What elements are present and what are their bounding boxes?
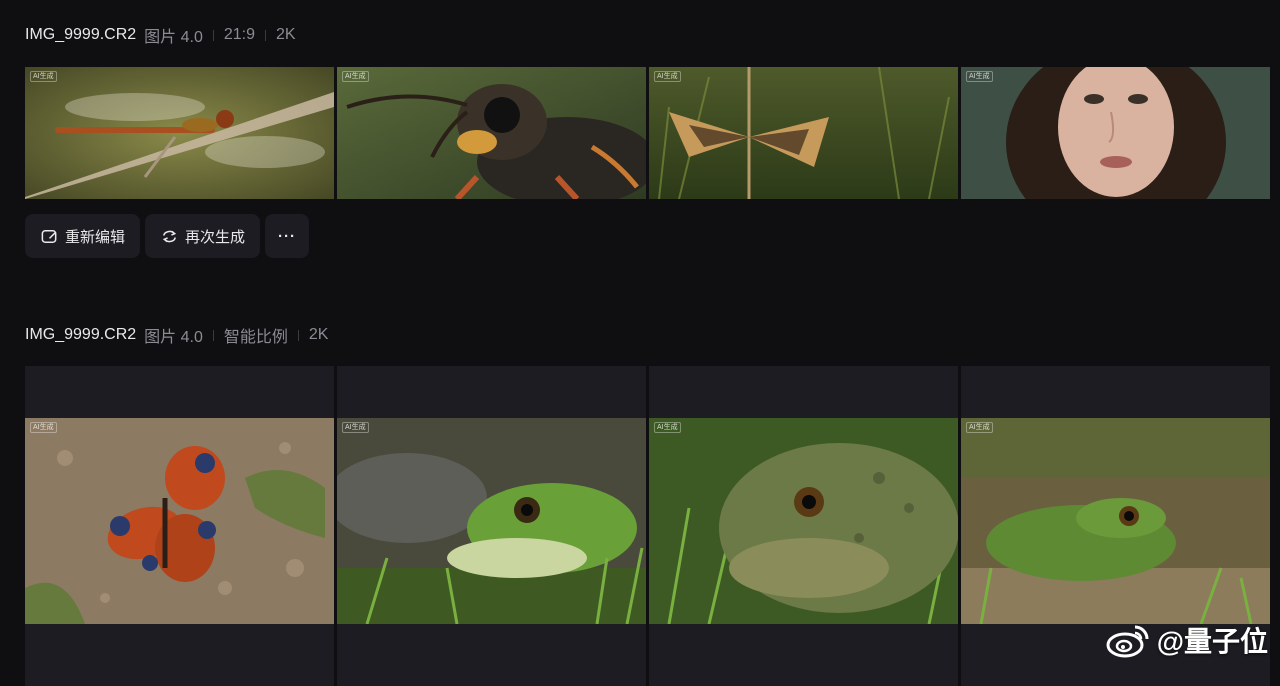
more-icon: ··· — [278, 227, 297, 245]
aspect-ratio-label: 智能比例 — [223, 329, 288, 346]
model-label: 图片 4.0 — [144, 29, 203, 46]
generated-image-dragonfly[interactable]: AI生成 — [25, 67, 334, 199]
file-name: IMG_9999.CR2 — [25, 326, 137, 343]
divider — [212, 29, 214, 41]
divider — [212, 329, 214, 341]
ai-generated-badge: AI生成 — [654, 422, 681, 433]
generated-image-toad[interactable]: AI生成 — [649, 418, 958, 624]
more-options-button[interactable]: ··· — [265, 214, 310, 258]
image-grid: AI生成 AI生成 AI生成 AI生成 — [25, 67, 1270, 199]
divider — [265, 29, 267, 41]
generated-image-butterfly[interactable]: AI生成 — [25, 418, 334, 624]
ai-generated-badge: AI生成 — [342, 71, 369, 82]
generation-meta: IMG_9999.CR2 图片 4.0 智能比例 2K — [25, 324, 1270, 346]
generated-image-portrait[interactable]: AI生成 — [961, 67, 1270, 199]
generated-image-tree-frog[interactable]: AI生成 — [337, 418, 646, 624]
ai-generated-badge: AI生成 — [30, 71, 57, 82]
re-edit-label: 重新编辑 — [65, 228, 126, 246]
action-bar: 重新编辑 再次生成 ··· — [25, 214, 1270, 258]
weibo-icon — [1106, 625, 1149, 658]
divider — [297, 329, 299, 341]
generation-result-2: IMG_9999.CR2 图片 4.0 智能比例 2K AI生成 AI生成 AI… — [25, 324, 1270, 686]
ai-generated-badge: AI生成 — [342, 422, 369, 433]
image-card-butterfly[interactable]: AI生成 — [25, 366, 334, 686]
image-grid: AI生成 AI生成 AI生成 AI生成 — [25, 366, 1270, 686]
ai-generated-badge: AI生成 — [30, 422, 57, 433]
generated-image-frog[interactable]: AI生成 — [961, 418, 1270, 624]
resolution-label: 2K — [308, 326, 329, 343]
watermark-text: @量子位 — [1156, 626, 1268, 657]
refresh-icon — [162, 230, 177, 242]
generation-result-1: IMG_9999.CR2 图片 4.0 21:9 2K AI生成 AI生成 AI… — [25, 24, 1270, 258]
aspect-ratio-label: 21:9 — [223, 26, 256, 43]
watermark: @量子位 — [1105, 620, 1268, 660]
ai-generated-badge: AI生成 — [966, 71, 993, 82]
image-card-tree-frog[interactable]: AI生成 — [337, 366, 646, 686]
model-label: 图片 4.0 — [144, 329, 203, 346]
re-edit-button[interactable]: 重新编辑 — [25, 214, 141, 258]
generated-image-moth[interactable]: AI生成 — [649, 67, 958, 199]
regenerate-label: 再次生成 — [185, 228, 246, 246]
resolution-label: 2K — [276, 26, 296, 43]
ai-generated-badge: AI生成 — [966, 422, 993, 433]
image-card-toad[interactable]: AI生成 — [649, 366, 958, 686]
file-name: IMG_9999.CR2 — [25, 26, 137, 43]
ai-generated-badge: AI生成 — [654, 71, 681, 82]
edit-icon — [41, 229, 57, 243]
regenerate-button[interactable]: 再次生成 — [145, 214, 261, 258]
generated-image-wasp[interactable]: AI生成 — [337, 67, 646, 199]
generation-meta: IMG_9999.CR2 图片 4.0 21:9 2K — [25, 24, 1270, 46]
